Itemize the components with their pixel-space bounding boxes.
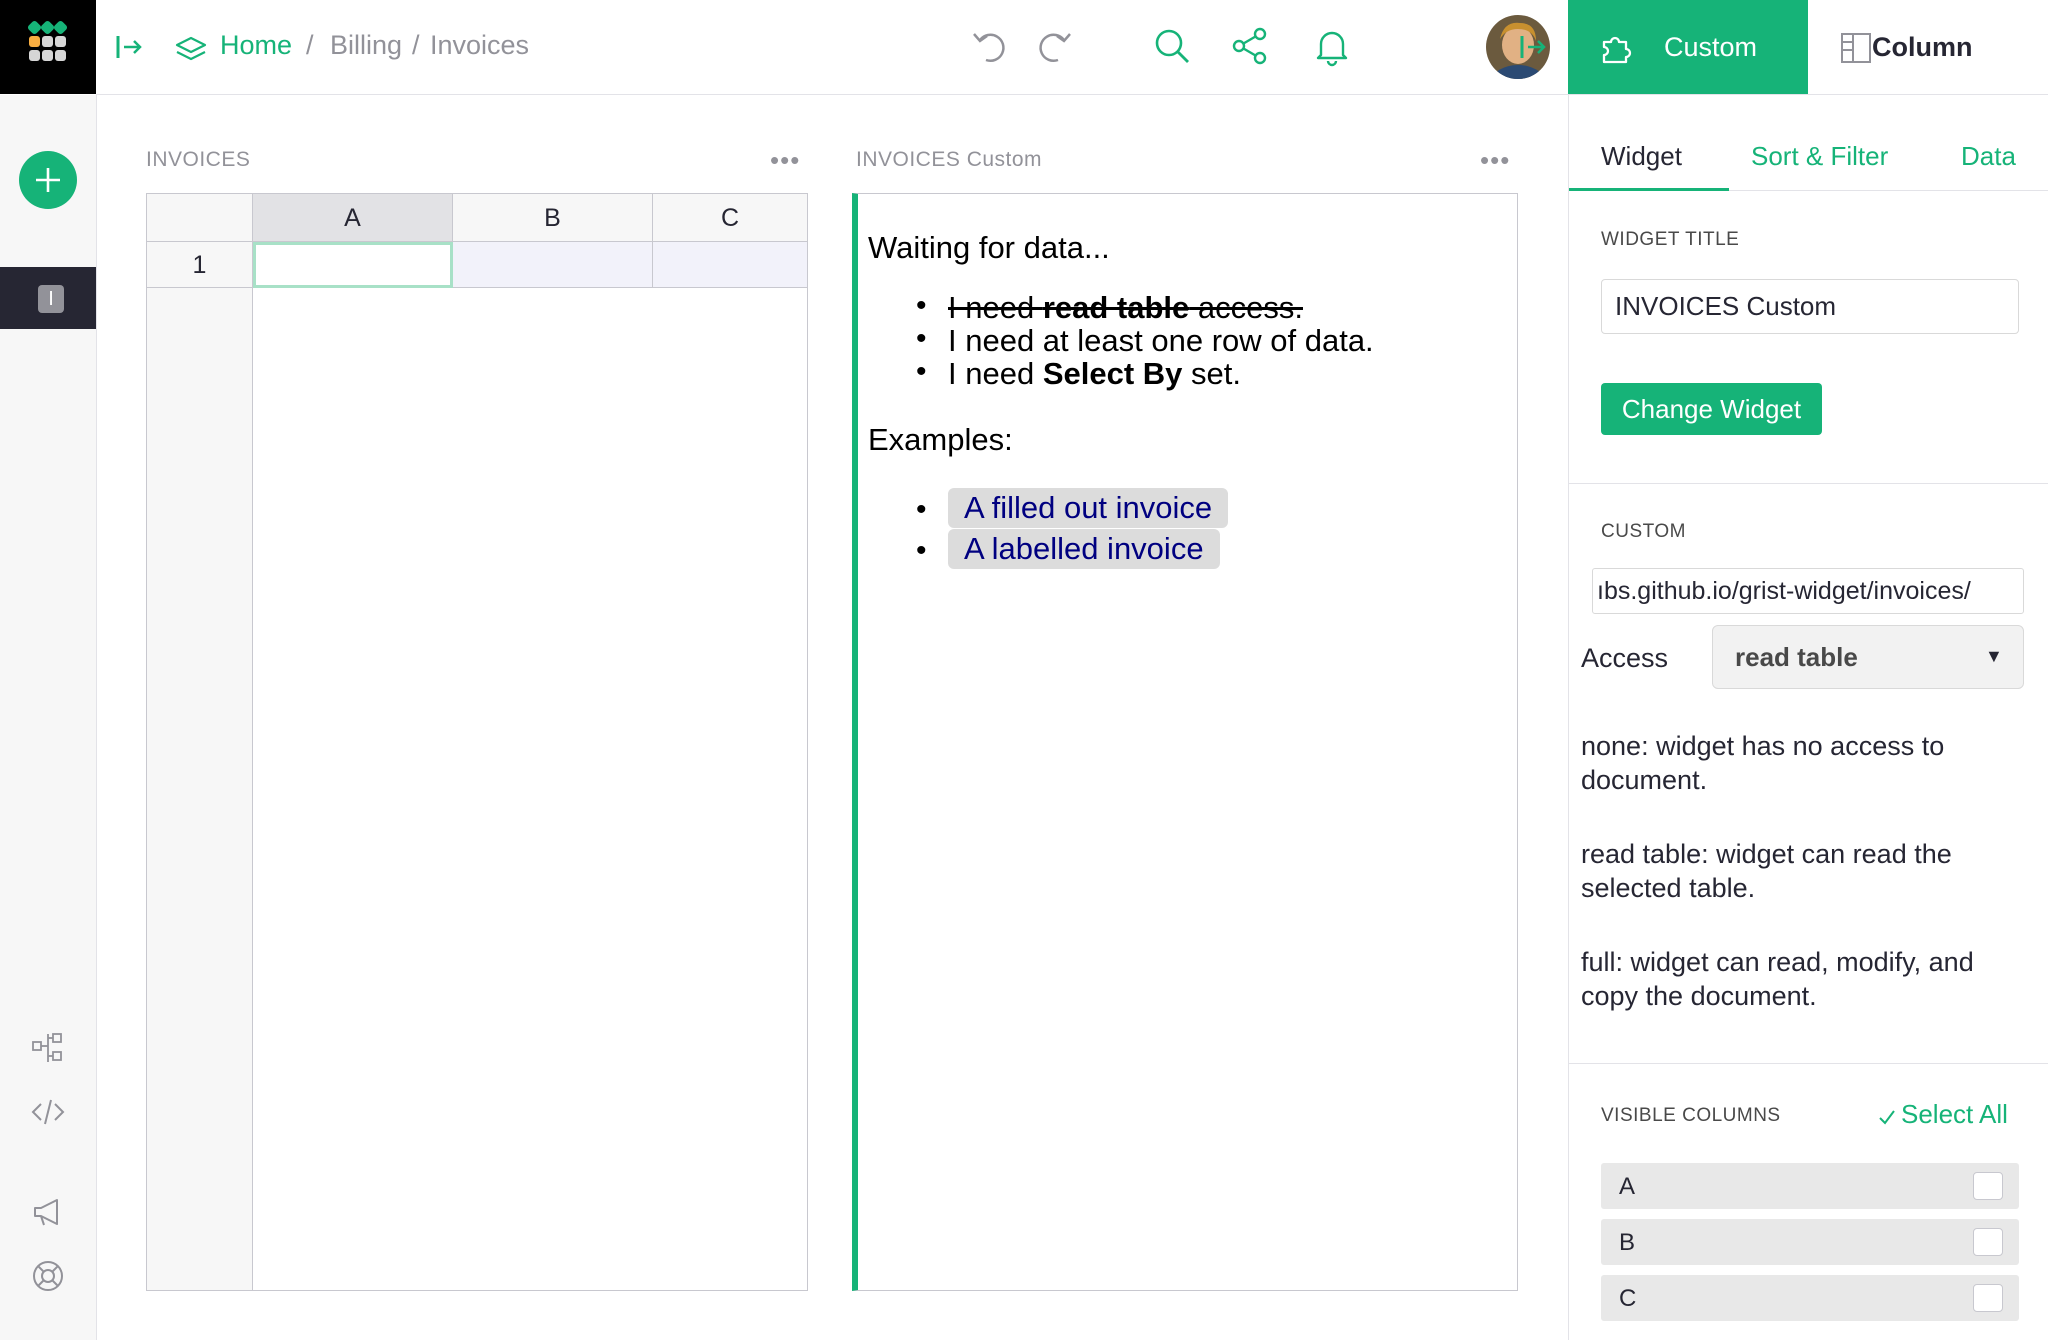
collapse-right-panel-icon[interactable] — [1518, 32, 1548, 62]
column-header-c[interactable]: C — [653, 194, 807, 242]
visible-column-name: B — [1619, 1229, 1636, 1256]
right-panel: Widget Sort & Filter Data WIDGET TITLE C… — [1568, 95, 2048, 1340]
column-header-a[interactable]: A — [253, 194, 453, 242]
tab-custom[interactable]: Custom — [1568, 0, 1808, 94]
select-all-label: Select All — [1901, 1099, 2008, 1129]
visible-column-name: C — [1619, 1285, 1637, 1312]
grid-corner[interactable] — [147, 194, 253, 242]
tab-column-label: Column — [1872, 32, 1973, 62]
subtab-widget[interactable]: Widget — [1601, 141, 1682, 172]
add-new-button[interactable] — [19, 151, 77, 209]
requirement-one-row: I need at least one row of data. — [948, 323, 1374, 358]
example-labelled-invoice-link[interactable]: A labelled invoice — [948, 529, 1220, 569]
bullet: • — [916, 289, 927, 322]
visible-column-row-c[interactable]: C — [1601, 1275, 2019, 1321]
bullet: • — [916, 534, 927, 567]
select-all-button[interactable]: Select All — [1877, 1097, 2027, 1131]
bullet: • — [916, 493, 927, 526]
breadcrumb-billing[interactable]: Billing — [330, 30, 402, 61]
redo-icon[interactable] — [1032, 24, 1076, 68]
breadcrumb: Home / Billing / Invoices — [96, 0, 696, 94]
custom-label: CUSTOM — [1601, 521, 1686, 542]
widget-title-input[interactable] — [1601, 279, 2019, 334]
access-desc-full: full: widget can read, modify, and copy … — [1581, 947, 1974, 1011]
column-header-b[interactable]: B — [453, 194, 653, 242]
visible-column-name: A — [1619, 1173, 1636, 1200]
grid-section-menu[interactable]: ••• — [770, 147, 800, 173]
page-initial-badge: I — [38, 285, 64, 313]
raw-data-icon[interactable] — [30, 1030, 66, 1066]
dropdown-arrow-icon: ▼ — [1985, 646, 2003, 666]
subtab-data[interactable]: Data — [1961, 141, 2016, 172]
custom-url-value: ıbs.github.io/grist-widget/invoices/ — [1597, 577, 1971, 605]
custom-widget-frame: Waiting for data... • I need read table … — [852, 193, 1518, 1291]
right-panel-tabs: Custom Column — [1568, 0, 2048, 95]
tab-custom-label: Custom — [1664, 32, 1758, 62]
undo-icon[interactable] — [968, 24, 1012, 68]
custom-url-input[interactable]: ıbs.github.io/grist-widget/invoices/ — [1592, 568, 2024, 614]
access-desc-none: none: widget has no access to document. — [1581, 731, 1945, 795]
custom-section-title: INVOICES Custom — [856, 148, 1043, 171]
visible-column-checkbox[interactable] — [1973, 1228, 2003, 1256]
layers-icon — [174, 32, 208, 66]
help-lifebuoy-icon[interactable] — [30, 1258, 66, 1294]
top-bar: Home / Billing / Invoices — [96, 0, 1568, 95]
section-divider — [1569, 483, 2048, 484]
example-filled-invoice-link[interactable]: A filled out invoice — [948, 488, 1229, 528]
breadcrumb-home[interactable]: Home — [220, 30, 292, 61]
breadcrumb-invoices[interactable]: Invoices — [430, 30, 529, 61]
waiting-message: Waiting for data... — [868, 230, 1110, 265]
puzzle-icon — [1598, 30, 1634, 66]
grist-logo-icon — [27, 20, 68, 61]
invoices-grid: A B C 1 — [146, 193, 808, 1291]
app-logo[interactable] — [0, 0, 96, 94]
visible-column-checkbox[interactable] — [1973, 1172, 2003, 1200]
access-label: Access — [1581, 643, 1669, 673]
subtab-sort-filter[interactable]: Sort & Filter — [1751, 141, 1888, 172]
code-view-icon[interactable] — [30, 1094, 66, 1130]
row-header-1[interactable]: 1 — [147, 242, 253, 288]
bullet: • — [916, 355, 927, 388]
grid-cell-a1[interactable] — [253, 242, 453, 288]
visible-columns-label: VISIBLE COLUMNS — [1601, 1105, 1781, 1126]
checkmark-icon — [1879, 1110, 1895, 1125]
subtab-active-indicator — [1569, 188, 1729, 191]
custom-section-menu[interactable]: ••• — [1480, 147, 1510, 173]
examples-label: Examples: — [868, 422, 1013, 457]
requirement-select-by: I need Select By set. — [948, 356, 1241, 391]
visible-column-row-a[interactable]: A — [1601, 1163, 2019, 1209]
grid-section-title: INVOICES — [146, 148, 251, 171]
megaphone-icon[interactable] — [30, 1194, 66, 1230]
grid-cell-b1[interactable] — [453, 242, 653, 288]
grid-cell-c1[interactable] — [653, 242, 807, 288]
access-selected-value: read table — [1735, 642, 1858, 672]
widget-title-label: WIDGET TITLE — [1601, 229, 1740, 250]
search-icon[interactable] — [1150, 24, 1194, 68]
bullet: • — [916, 322, 927, 355]
section-divider — [1569, 1063, 2048, 1064]
breadcrumb-separator: / — [412, 30, 420, 60]
bell-icon[interactable] — [1310, 24, 1354, 68]
requirement-read-table: I need read table access. — [948, 290, 1303, 325]
change-widget-button[interactable]: Change Widget — [1601, 383, 1822, 435]
plus-icon — [36, 168, 60, 192]
visible-column-row-b[interactable]: B — [1601, 1219, 2019, 1265]
share-icon[interactable] — [1228, 24, 1272, 68]
access-select[interactable]: read table ▼ — [1712, 625, 2024, 689]
tab-column[interactable]: Column — [1808, 0, 2048, 94]
access-desc-read: read table: widget can read the selected… — [1581, 839, 1952, 903]
breadcrumb-separator: / — [306, 30, 314, 60]
visible-column-checkbox[interactable] — [1973, 1284, 2003, 1312]
column-layout-icon — [1838, 30, 1874, 66]
row-gutter — [147, 288, 253, 1290]
